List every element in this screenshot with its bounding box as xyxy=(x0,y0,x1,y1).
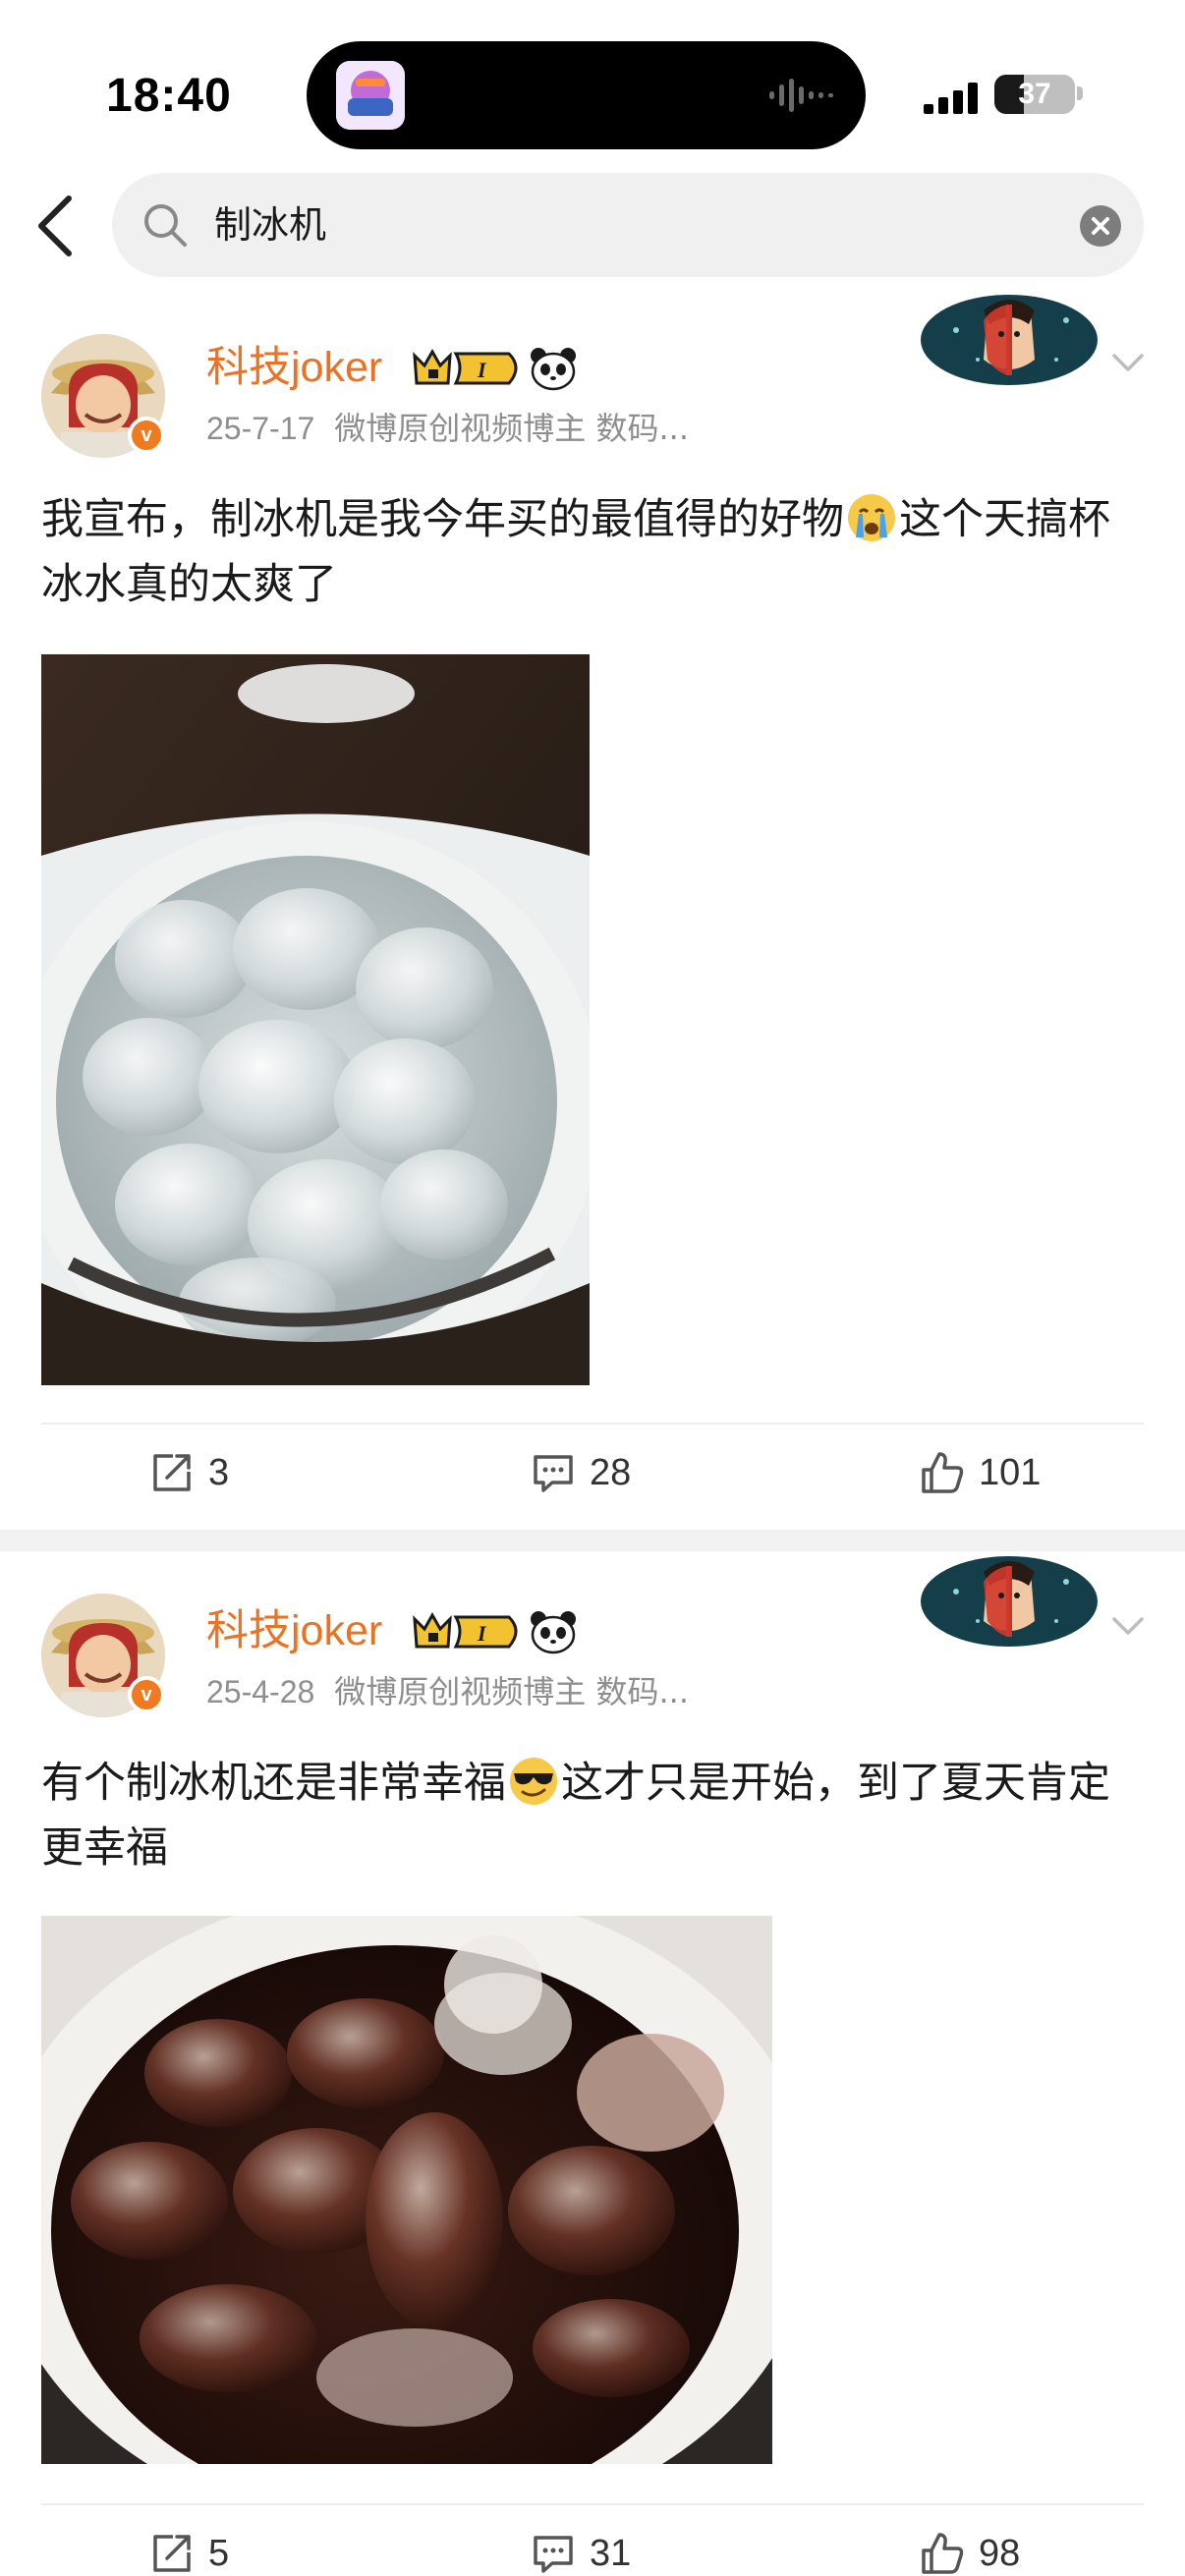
repost-icon xyxy=(153,2535,191,2572)
audio-waveform-icon xyxy=(769,79,833,112)
comment-button[interactable]: 28 xyxy=(531,1428,631,1517)
clear-search-icon[interactable] xyxy=(1080,205,1121,247)
post-source: 微博原创视频博主 数码... xyxy=(334,410,689,447)
post-text-part: 我宣布，制冰机是我今年买的最值得的好物 xyxy=(41,495,844,544)
repost-icon xyxy=(153,1454,191,1491)
post-action-bar: 3 28 101 xyxy=(0,1428,1185,1517)
status-bar: 18:40 37 xyxy=(0,0,1185,172)
post-meta: 25-4-28 微博原创视频博主 数码... xyxy=(206,1670,689,1713)
divider xyxy=(41,2503,1144,2505)
post-time: 25-7-17 xyxy=(206,411,315,446)
post-time: 25-4-28 xyxy=(206,1674,315,1709)
repost-button[interactable]: 3 xyxy=(149,1428,229,1517)
comment-button[interactable]: 31 xyxy=(531,2509,631,2576)
verified-badge-icon: v xyxy=(128,1676,165,1713)
post-separator xyxy=(0,1530,1185,1551)
comment-count: 31 xyxy=(590,2532,632,2574)
repost-button[interactable]: 5 xyxy=(149,2509,229,2576)
post-source: 微博原创视频博主 数码... xyxy=(334,1673,689,1710)
battery-tip xyxy=(1077,86,1083,100)
post-meta: 25-7-17 微博原创视频博主 数码... xyxy=(206,407,689,450)
panda-icon xyxy=(531,348,576,391)
post-text[interactable]: 我宣布，制冰机是我今年买的最值得的好物 这个天搞杯冰水真的太爽了 xyxy=(41,487,1152,617)
thumbs-up-icon xyxy=(922,1452,964,1493)
chevron-down-icon[interactable] xyxy=(1108,1605,1148,1645)
search-icon xyxy=(144,204,187,247)
verified-badge-icon: v xyxy=(128,417,165,454)
status-time: 18:40 xyxy=(106,70,232,122)
repost-count: 3 xyxy=(208,1451,230,1493)
username[interactable]: 科技joker xyxy=(206,1603,382,1658)
like-button[interactable]: 98 xyxy=(920,2509,1020,2576)
battery-percent: 37 xyxy=(1018,78,1051,110)
post-action-bar: 5 31 98 xyxy=(0,2509,1185,2576)
crying-face-emoji xyxy=(848,494,895,541)
chevron-down-icon[interactable] xyxy=(1108,342,1148,381)
search-input[interactable]: 制冰机 xyxy=(112,173,1144,277)
repost-count: 5 xyxy=(208,2532,230,2574)
like-count: 101 xyxy=(979,1451,1042,1493)
post-image-iced-cola[interactable] xyxy=(41,1916,772,2464)
status-indicators: 37 xyxy=(924,71,1083,122)
divider xyxy=(41,1423,1144,1425)
dynamic-island[interactable] xyxy=(307,41,866,149)
card-decoration-badge[interactable] xyxy=(919,291,1100,389)
like-button[interactable]: 101 xyxy=(920,1428,1041,1517)
vip-crown-badge-icon[interactable]: I xyxy=(409,1607,527,1654)
back-arrow-icon[interactable] xyxy=(28,189,86,263)
sunglasses-face-emoji xyxy=(510,1758,557,1805)
post-text-part: 有个制冰机还是非常幸福 xyxy=(41,1759,506,1808)
post-text[interactable]: 有个制冰机还是非常幸福 这才只是开始，到了夏天肯定更幸福 xyxy=(41,1751,1152,1880)
panda-icon xyxy=(531,1611,576,1654)
comment-icon xyxy=(534,1455,573,1492)
svg-text:I: I xyxy=(477,358,487,382)
search-query-text: 制冰机 xyxy=(214,203,327,247)
vip-crown-badge-icon[interactable]: I xyxy=(409,344,527,391)
svg-text:I: I xyxy=(477,1621,487,1646)
like-count: 98 xyxy=(979,2532,1021,2574)
thumbs-up-icon xyxy=(922,2533,964,2574)
battery-icon: 37 xyxy=(994,75,1075,114)
username[interactable]: 科技joker xyxy=(206,340,382,395)
card-decoration-badge[interactable] xyxy=(919,1552,1100,1651)
post-image-ice-water[interactable] xyxy=(41,654,590,1385)
podcast-app-icon[interactable] xyxy=(336,61,405,130)
weibo-search-results-page: 18:40 37 制冰机 v 科技joker I 25-7-17 微博原创视频博… xyxy=(0,0,1185,2576)
comment-count: 28 xyxy=(590,1451,632,1493)
cellular-signal-icon xyxy=(924,83,978,114)
comment-icon xyxy=(534,2536,573,2573)
